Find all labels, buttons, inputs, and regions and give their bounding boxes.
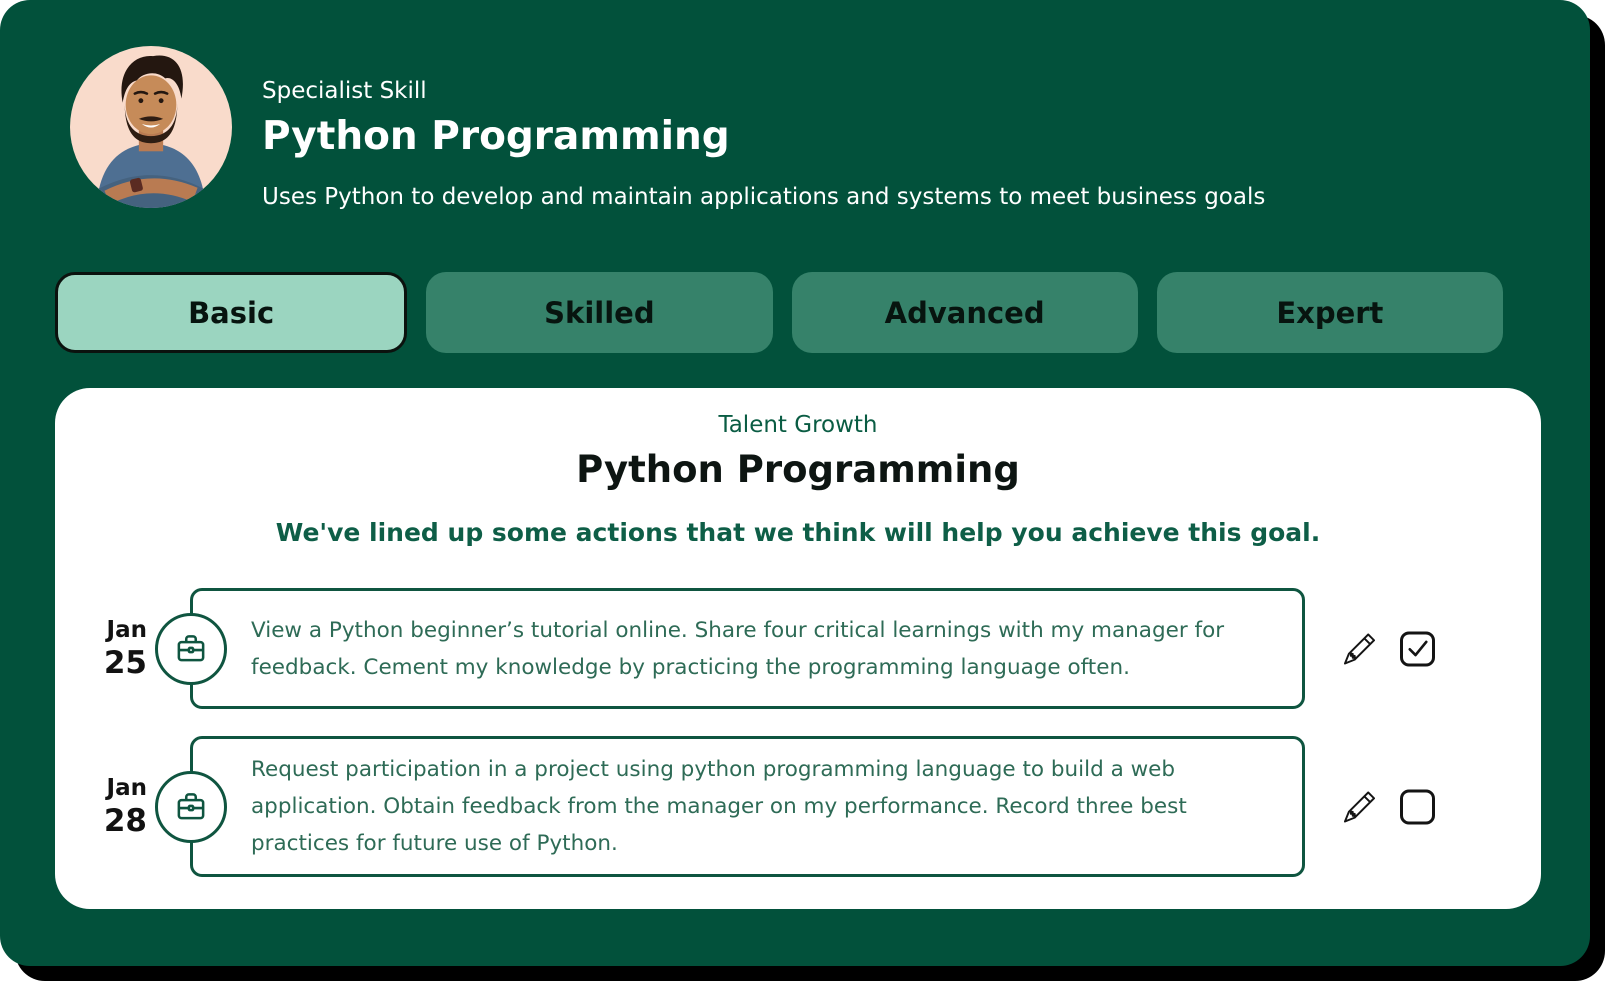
card-eyebrow: Talent Growth <box>55 412 1541 438</box>
skill-page: Specialist Skill Python Programming Uses… <box>0 0 1590 966</box>
action-date-month: Jan <box>104 617 147 643</box>
level-button-basic[interactable]: Basic <box>55 272 407 353</box>
complete-checkbox[interactable] <box>1400 631 1435 666</box>
talent-growth-card: Talent Growth Python Programming We've l… <box>55 388 1541 909</box>
action-text: Request participation in a project using… <box>251 751 1266 862</box>
action-date-day: 28 <box>104 803 147 839</box>
card-subtitle: We've lined up some actions that we thin… <box>55 518 1541 547</box>
header-eyebrow: Specialist Skill <box>262 78 427 104</box>
level-button-expert[interactable]: Expert <box>1157 272 1503 353</box>
action-tools <box>1344 631 1435 666</box>
action-date: Jan 25 <box>104 617 147 681</box>
action-list: Jan 25 View a Python beginner’s tutorial… <box>190 588 1305 877</box>
complete-checkbox[interactable] <box>1400 789 1435 824</box>
action-date: Jan 28 <box>104 775 147 839</box>
action-text: View a Python beginner’s tutorial online… <box>251 612 1266 686</box>
page-title: Python Programming <box>262 114 730 159</box>
skill-description: Uses Python to develop and maintain appl… <box>262 184 1265 210</box>
edit-pencil-icon[interactable] <box>1344 791 1375 822</box>
action-item: Jan 28 Request participation in a projec… <box>190 736 1305 877</box>
edit-pencil-icon[interactable] <box>1344 633 1375 664</box>
level-tabs: Basic Skilled Advanced Expert <box>55 272 1503 353</box>
level-button-skilled[interactable]: Skilled <box>426 272 772 353</box>
action-item: Jan 25 View a Python beginner’s tutorial… <box>190 588 1305 709</box>
action-date-day: 25 <box>104 645 147 681</box>
level-button-advanced[interactable]: Advanced <box>792 272 1138 353</box>
avatar <box>70 46 232 208</box>
card-title: Python Programming <box>55 448 1541 491</box>
action-date-month: Jan <box>104 775 147 801</box>
briefcase-icon <box>155 771 227 843</box>
briefcase-icon <box>155 613 227 685</box>
action-tools <box>1344 789 1435 824</box>
